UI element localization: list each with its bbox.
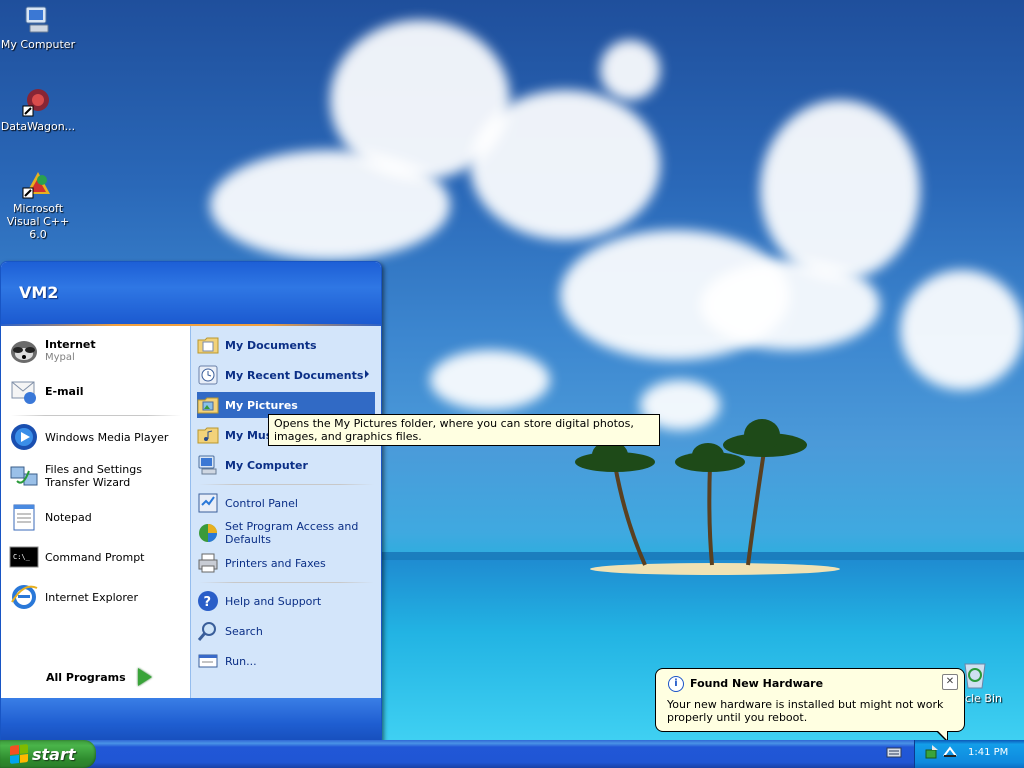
clock[interactable]: 1:41 PM bbox=[968, 747, 1008, 758]
keyboard-icon[interactable] bbox=[886, 745, 902, 759]
menu-separator bbox=[199, 484, 374, 485]
help-icon: ? bbox=[197, 590, 219, 612]
menu-item-control-panel[interactable]: Control Panel bbox=[197, 490, 375, 516]
menu-item-label: Command Prompt bbox=[45, 550, 145, 564]
start-menu-footer bbox=[1, 698, 381, 741]
all-programs-label: All Programs bbox=[46, 670, 126, 684]
desktop-icon-visual-cpp[interactable]: Microsoft Visual C++ 6.0 bbox=[0, 168, 78, 241]
menu-item-help-support[interactable]: ? Help and Support bbox=[197, 588, 375, 614]
desktop-icon-datawagon[interactable]: DataWagon... bbox=[0, 86, 78, 133]
balloon-title: Found New Hardware bbox=[690, 677, 824, 690]
datawagon-icon bbox=[22, 86, 54, 118]
menu-item-label: My Documents bbox=[225, 338, 317, 352]
menu-item-label: Files and Settings Transfer Wizard bbox=[45, 463, 142, 489]
menu-item-my-recent-documents[interactable]: My Recent Documents bbox=[197, 362, 375, 388]
transfer-wizard-icon bbox=[9, 461, 39, 491]
user-name: VM2 bbox=[19, 283, 59, 302]
cloud bbox=[760, 100, 920, 280]
cloud bbox=[470, 90, 660, 240]
visual-cpp-icon bbox=[22, 168, 54, 200]
menu-item-printers-faxes[interactable]: Printers and Faxes bbox=[197, 550, 375, 576]
menu-item-label: My Pictures bbox=[225, 398, 298, 412]
menu-item-search[interactable]: Search bbox=[197, 618, 375, 644]
email-icon bbox=[9, 376, 39, 406]
menu-item-email[interactable]: E-mail bbox=[9, 374, 184, 408]
menu-item-label: Set Program Access and Defaults bbox=[225, 520, 359, 546]
menu-item-label: Internet bbox=[45, 338, 96, 351]
menu-item-my-computer[interactable]: My Computer bbox=[197, 452, 375, 478]
notepad-icon bbox=[9, 502, 39, 532]
svg-text:C:\_: C:\_ bbox=[13, 553, 31, 561]
menu-item-sublabel: Mypal bbox=[45, 352, 75, 363]
menu-item-command-prompt[interactable]: C:\_ Command Prompt bbox=[9, 540, 184, 574]
folder-music-icon bbox=[197, 424, 219, 446]
menu-item-label: Search bbox=[225, 624, 263, 638]
notification-balloon[interactable]: i Found New Hardware Your new hardware i… bbox=[655, 668, 965, 732]
all-programs-button[interactable]: All Programs bbox=[46, 668, 152, 686]
menu-item-label: Control Panel bbox=[225, 496, 298, 510]
desktop-icon-label: Microsoft Visual C++ 6.0 bbox=[6, 202, 70, 241]
menu-item-label: Windows Media Player bbox=[45, 430, 169, 444]
start-menu: VM2 Internet Mypal E-mail Windows Media … bbox=[0, 261, 382, 742]
internet-explorer-icon bbox=[9, 582, 39, 612]
balloon-message: Your new hardware is installed but might… bbox=[667, 698, 944, 724]
menu-item-my-documents[interactable]: My Documents bbox=[197, 332, 375, 358]
tooltip: Opens the My Pictures folder, where you … bbox=[268, 414, 660, 446]
command-prompt-icon: C:\_ bbox=[9, 542, 39, 572]
svg-text:?: ? bbox=[204, 595, 212, 610]
menu-item-label: Notepad bbox=[45, 510, 92, 524]
menu-item-internet[interactable]: Internet Mypal bbox=[9, 334, 184, 368]
start-label: start bbox=[32, 744, 76, 764]
start-button[interactable]: start bbox=[0, 740, 96, 768]
menu-separator bbox=[199, 582, 374, 583]
menu-separator bbox=[11, 415, 181, 416]
taskbar bbox=[0, 740, 1024, 768]
start-menu-header: VM2 bbox=[1, 262, 381, 326]
run-icon bbox=[197, 650, 219, 672]
menu-item-notepad[interactable]: Notepad bbox=[9, 500, 184, 534]
menu-item-label: Printers and Faxes bbox=[225, 556, 326, 570]
info-icon: i bbox=[668, 676, 684, 692]
start-menu-right-pane: My Documents My Recent Documents My Pict… bbox=[190, 326, 381, 698]
printer-icon bbox=[197, 552, 219, 574]
desktop-icon-my-computer[interactable]: My Computer bbox=[0, 4, 78, 51]
desktop-icon-label: DataWagon... bbox=[0, 120, 76, 133]
menu-item-windows-media-player[interactable]: Windows Media Player bbox=[9, 420, 184, 454]
search-icon bbox=[197, 620, 219, 642]
windows-logo-icon bbox=[10, 744, 28, 764]
menu-item-label: Run... bbox=[225, 654, 257, 668]
menu-item-set-program-access[interactable]: Set Program Access and Defaults bbox=[197, 518, 375, 548]
cloud bbox=[700, 260, 880, 350]
submenu-arrow-icon bbox=[365, 370, 369, 378]
folder-documents-icon bbox=[197, 334, 219, 356]
control-panel-icon bbox=[197, 492, 219, 514]
menu-item-files-settings-transfer[interactable]: Files and Settings Transfer Wizard bbox=[9, 458, 184, 494]
desktop-icon-recycle-bin[interactable]: ycle Bin bbox=[957, 658, 1024, 705]
cloud bbox=[430, 350, 550, 410]
cloud bbox=[600, 40, 660, 100]
start-menu-left-pane: Internet Mypal E-mail Windows Media Play… bbox=[1, 326, 190, 727]
balloon-tail bbox=[937, 730, 947, 740]
menu-item-label: Help and Support bbox=[225, 594, 322, 608]
menu-item-label: My Recent Documents bbox=[225, 368, 364, 382]
raccoon-browser-icon bbox=[9, 336, 39, 366]
close-icon[interactable]: ✕ bbox=[942, 674, 958, 690]
recent-documents-icon bbox=[197, 364, 219, 386]
folder-pictures-icon bbox=[197, 394, 219, 416]
cloud bbox=[900, 270, 1024, 390]
program-defaults-icon bbox=[197, 522, 219, 544]
network-icon[interactable] bbox=[942, 744, 958, 760]
menu-item-label: My Computer bbox=[225, 458, 308, 472]
menu-item-internet-explorer[interactable]: Internet Explorer bbox=[9, 580, 184, 614]
menu-item-label: E-mail bbox=[45, 384, 84, 398]
my-computer-icon bbox=[22, 4, 54, 36]
menu-item-label: Internet Explorer bbox=[45, 590, 138, 604]
green-arrow-icon bbox=[137, 668, 152, 686]
my-computer-icon bbox=[197, 454, 219, 476]
desktop-icon-label: My Computer bbox=[0, 38, 76, 51]
media-player-icon bbox=[9, 422, 39, 452]
desktop-icon-label: ycle Bin bbox=[958, 692, 1002, 705]
safely-remove-hardware-icon[interactable] bbox=[924, 744, 940, 760]
menu-item-run[interactable]: Run... bbox=[197, 648, 375, 674]
